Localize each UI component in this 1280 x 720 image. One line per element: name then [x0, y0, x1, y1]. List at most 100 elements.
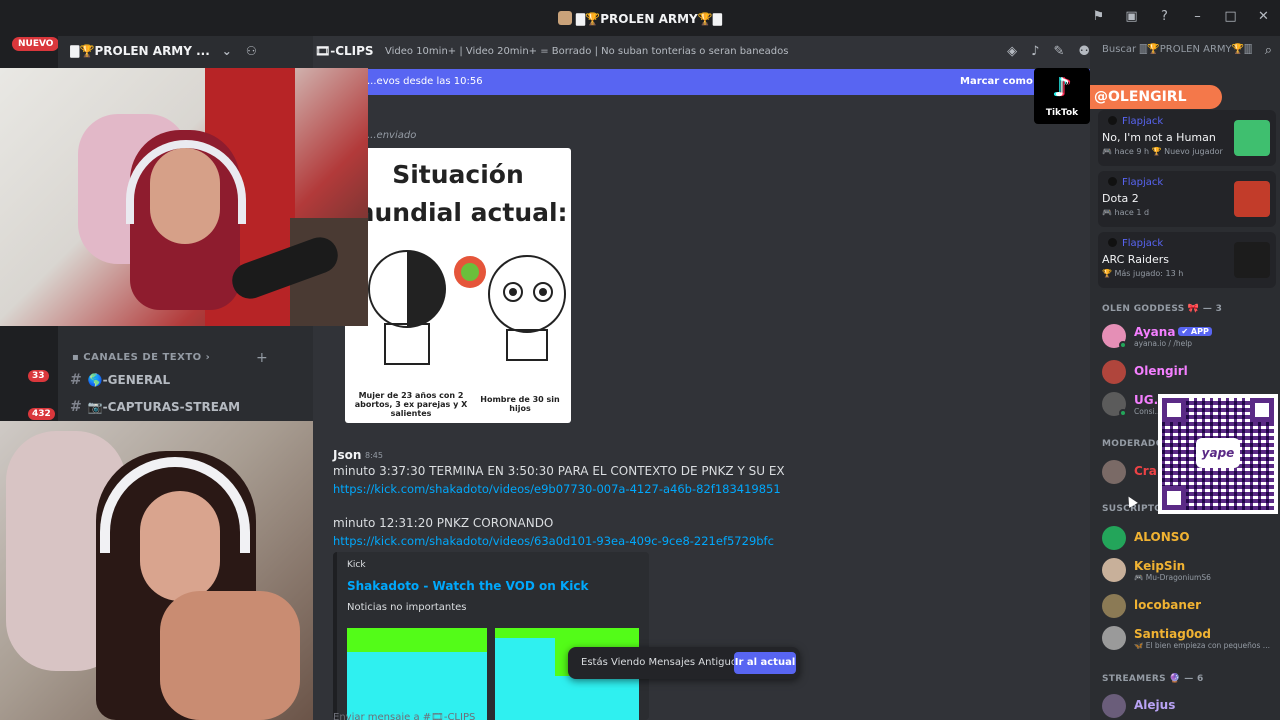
activity-game: Dota 2 — [1102, 192, 1139, 205]
role-section-header: STREAMERS 🔮 — 6 — [1102, 674, 1204, 684]
activity-game: No, I'm not a Human — [1102, 131, 1216, 144]
message-link[interactable]: https://kick.com/shakadoto/videos/e9b077… — [333, 482, 781, 496]
member-item[interactable]: locobaner — [1102, 592, 1278, 620]
message-text: minuto 3:37:30 TERMINA EN 3:50:30 PARA E… — [333, 464, 785, 478]
avatar — [1102, 460, 1126, 484]
member-name: locobaner — [1134, 598, 1202, 612]
meme-title-line2: mundial actual: — [348, 198, 568, 227]
avatar — [1102, 558, 1126, 582]
avatar — [1102, 626, 1126, 650]
activity-meta: 🎮 hace 1 d — [1102, 208, 1150, 217]
member-name: KeipSin — [1134, 559, 1186, 573]
app-badge: ✔ APP — [1178, 327, 1212, 336]
inbox-icon[interactable]: ⚑ — [1082, 9, 1115, 24]
activity-game: ARC Raiders — [1102, 253, 1169, 266]
embed-description: Noticias no importantes — [347, 602, 467, 613]
member-name: Santiag0od — [1134, 627, 1212, 641]
add-channel-icon[interactable]: + — [256, 350, 268, 366]
activity-user: Flapjack — [1108, 116, 1163, 127]
hash-icon: # — [70, 372, 82, 388]
activity-meta: 🎮 hace 9 h 🏆 Nuevo jugador — [1102, 147, 1223, 156]
member-item[interactable]: ALONSO — [1102, 524, 1278, 552]
search-icon: ⌕ — [1264, 43, 1272, 58]
channel-topic[interactable]: Video 10min+ | Video 20min+ = Borrado | … — [385, 46, 788, 57]
member-name: Olengirl — [1134, 364, 1188, 378]
activity-user: Flapjack — [1108, 238, 1163, 249]
qr-code: yape — [1158, 394, 1278, 514]
channel-title: 🎞-CLIPS — [315, 44, 374, 58]
new-messages-text: ...evos desde las 10:56 — [367, 76, 483, 87]
message-input[interactable]: Enviar mensaje a #🎞-CLIPS — [333, 712, 475, 720]
minimize-icon[interactable]: – — [1181, 9, 1214, 24]
discord-avatar-icon — [1102, 526, 1126, 550]
server-favicon-icon — [557, 11, 572, 25]
member-item[interactable]: Olengirl — [1102, 358, 1278, 386]
new-messages-bar[interactable]: ...evos desde las 10:56 Marcar como leí.… — [313, 69, 1090, 95]
new-badge: NUEVO — [12, 37, 60, 51]
member-name: Ayana — [1134, 325, 1176, 339]
help-icon[interactable]: ? — [1148, 9, 1181, 24]
meme-caption-left: Mujer de 23 años con 2 abortos, 3 ex par… — [354, 391, 468, 418]
avatar — [1102, 360, 1126, 384]
member-item[interactable]: Santiag0od 🦋 El bien empieza con pequeño… — [1102, 624, 1278, 652]
member-name: Alejus — [1134, 698, 1176, 712]
jump-to-present-button[interactable]: Ir al actual — [734, 652, 796, 674]
message-timestamp: 8:45 — [365, 451, 383, 460]
game-art — [1234, 242, 1270, 278]
webcam-overlay-bottom — [0, 421, 313, 720]
game-art — [1234, 181, 1270, 217]
yape-logo: yape — [1196, 438, 1240, 468]
message-text: minuto 12:31:20 PNKZ CORONANDO — [333, 516, 554, 530]
message-meta: ...enviado — [367, 130, 417, 141]
title-bar: 🀫🏆PROLEN ARMY🏆🀫 ⚑ ▣ ? – □ ✕ — [0, 0, 1280, 36]
category-text-channels[interactable]: ▪ CANALES DE TEXTO › — [72, 352, 210, 363]
chat-header: # 🎞-CLIPS Video 10min+ | Video 20min+ = … — [313, 36, 1090, 66]
meme-drawing — [368, 250, 566, 365]
activity-meta: 🏆 Más jugado: 13 h — [1102, 269, 1184, 278]
channel-general[interactable]: # 🌎-GENERAL — [70, 372, 170, 388]
chevron-down-icon[interactable]: ⌄ — [222, 44, 232, 58]
download-icon[interactable]: ▣ — [1115, 9, 1148, 24]
activity-user: Flapjack — [1108, 177, 1163, 188]
maximize-icon[interactable]: □ — [1214, 9, 1247, 24]
member-status: 🦋 El bien empieza con pequeños ... — [1134, 641, 1270, 650]
bell-icon[interactable]: ♪ — [1031, 44, 1039, 59]
embed-title[interactable]: Shakadoto - Watch the VOD on Kick — [347, 579, 588, 593]
tiktok-label: TikTok — [1045, 108, 1079, 118]
role-section-header: OLEN GODDESS 🎀 — 3 — [1102, 304, 1223, 314]
pin-icon[interactable]: ✎ — [1053, 44, 1064, 59]
server-header[interactable]: 🀫🏆PROLEN ARMY ... ⌄ ⚇ — [58, 36, 313, 66]
avatar — [1102, 694, 1126, 718]
social-handle-overlay: @OLENGIRL — [1090, 85, 1222, 109]
member-list: Buscar 🀫🏆PROLEN ARMY🏆🀫 ⌕ Flapjack No, I'… — [1090, 36, 1280, 720]
close-icon[interactable]: ✕ — [1247, 9, 1280, 24]
game-art — [1234, 120, 1270, 156]
old-messages-banner: Estás Viendo Mensajes Antiguos Ir al act… — [568, 647, 800, 679]
add-member-icon[interactable]: ⚇ — [246, 44, 257, 58]
server-unread-count: 33 — [28, 370, 49, 382]
activity-card[interactable]: Flapjack Dota 2 🎮 hace 1 d — [1098, 171, 1276, 227]
member-name: ALONSO — [1134, 530, 1190, 544]
threads-icon[interactable]: ◈ — [1007, 44, 1017, 59]
server-name: 🀫🏆PROLEN ARMY ... — [70, 43, 210, 58]
server-unread-count: 432 — [28, 408, 55, 420]
link-embed: Kick Shakadoto - Watch the VOD on Kick N… — [333, 552, 649, 720]
activity-card[interactable]: Flapjack No, I'm not a Human 🎮 hace 9 h … — [1098, 110, 1276, 166]
old-messages-text: Estás Viendo Mensajes Antiguos — [581, 657, 743, 668]
member-item[interactable]: Alejus — [1102, 692, 1278, 720]
member-status: ayana.io / /help — [1134, 339, 1193, 348]
member-item[interactable]: Ayana ✔ APP ayana.io / /help — [1102, 322, 1278, 350]
embed-provider: Kick — [347, 560, 366, 570]
search-input[interactable]: Buscar 🀫🏆PROLEN ARMY🏆🀫 ⌕ — [1090, 36, 1280, 66]
members-icon[interactable]: ⚉ — [1078, 44, 1090, 59]
member-item[interactable]: KeipSin 🎮 Mu-DragoniumS6 — [1102, 556, 1278, 584]
meme-title-line1: Situación — [392, 160, 524, 189]
message-link[interactable]: https://kick.com/shakadoto/videos/63a0d1… — [333, 534, 774, 548]
meme-image[interactable]: Situación mundial actual: Mujer de 23 añ… — [345, 148, 571, 423]
webcam-overlay-top — [0, 68, 368, 326]
activity-card[interactable]: Flapjack ARC Raiders 🏆 Más jugado: 13 h — [1098, 232, 1276, 288]
avatar — [1102, 594, 1126, 618]
chat-area: # 🎞-CLIPS Video 10min+ | Video 20min+ = … — [313, 36, 1090, 720]
message-author[interactable]: Json — [333, 448, 361, 462]
channel-capturas-stream[interactable]: # 📷-CAPTURAS-STREAM — [70, 399, 240, 415]
